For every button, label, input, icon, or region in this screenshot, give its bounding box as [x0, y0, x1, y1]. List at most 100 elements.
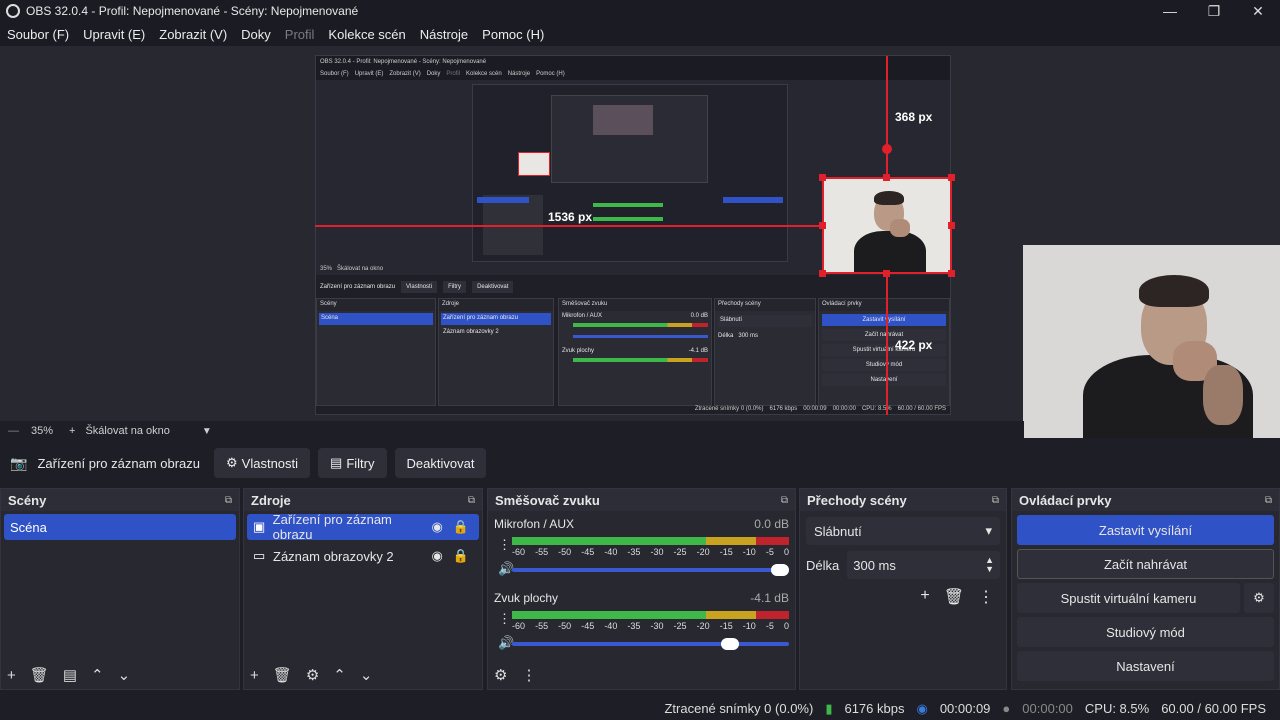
properties-button[interactable]: ⚙ Vlastnosti — [214, 448, 311, 478]
close-button[interactable]: ✕ — [1236, 0, 1280, 22]
nested-menu-item: Zobrazit (V) — [389, 71, 421, 77]
lock-icon[interactable]: 🔒 — [453, 519, 469, 535]
eye-icon[interactable]: ◉ — [431, 519, 442, 535]
channel-name: Zvuk plochy — [494, 591, 559, 605]
popout-icon[interactable]: ⧉ — [781, 495, 788, 506]
menu-file[interactable]: Soubor (F) — [7, 27, 69, 42]
virtual-camera-button[interactable]: Spustit virtuální kameru — [1017, 583, 1240, 613]
resize-handle[interactable] — [819, 174, 826, 181]
camera-icon: ▣ — [253, 519, 266, 534]
resize-handle[interactable] — [948, 222, 955, 229]
add-icon[interactable]: + — [250, 667, 259, 684]
source-item[interactable]: ▣ Zařízení pro záznam obrazu ◉ 🔒 — [247, 512, 479, 542]
transitions-dock: Přechody scény ⧉ Slábnutí ▾ Délka 300 ms ▲ ▼… — [799, 488, 1007, 690]
nested-mixer-dock: Směšovač zvuku Mikrofon / AUX 0.0 dB Zvuk… — [558, 298, 712, 406]
source-item[interactable]: ▭ Záznam obrazovky 2 ◉ 🔒 — [247, 543, 479, 569]
lock-icon[interactable]: 🔒 — [453, 548, 469, 564]
scene-item[interactable]: Scéna — [4, 514, 236, 540]
signal-icon: ▮ — [825, 700, 833, 716]
controls-header: Ovládací prvky — [1019, 492, 1112, 508]
volume-slider[interactable] — [512, 564, 789, 576]
volume-knob[interactable] — [771, 564, 789, 576]
chevron-down-icon[interactable]: ▼ — [202, 426, 212, 437]
start-record-button[interactable]: Začít nahrávat — [1017, 549, 1274, 579]
level-meter — [512, 537, 789, 545]
resize-handle[interactable] — [948, 270, 955, 277]
trash-icon[interactable]: 🗑 — [944, 587, 964, 607]
resize-handle[interactable] — [883, 270, 890, 277]
selected-source-box[interactable] — [822, 177, 952, 274]
menu-profile[interactable]: Profil — [285, 27, 315, 42]
popout-icon[interactable]: ⧉ — [225, 495, 232, 506]
nested-sources-dock: Zdroje Zařízení pro záznam obrazu Záznam… — [438, 298, 554, 406]
scale-to-window[interactable]: Škálovat na okno — [85, 425, 169, 437]
nested-scenes-dock: Scény Scéna — [316, 298, 436, 406]
nested-menu-item: Pomoc (H) — [536, 71, 565, 77]
channel-name: Mikrofon / AUX — [494, 517, 575, 531]
menu-view[interactable]: Zobrazit (V) — [159, 27, 227, 42]
gear-icon[interactable]: ⚙ — [306, 666, 319, 684]
fps: 60.00 / 60.00 FPS — [1161, 701, 1266, 716]
arrow-down-icon[interactable]: ⌄ — [118, 666, 131, 684]
zoom-value: 35% — [31, 425, 54, 437]
chevron-down-icon: ▾ — [985, 523, 992, 538]
channel-menu-icon[interactable]: ⋮ — [498, 611, 511, 627]
obs-logo-icon — [6, 4, 20, 18]
resize-handle[interactable] — [948, 174, 955, 181]
menu-tools[interactable]: Nástroje — [420, 27, 468, 42]
zoom-in-button[interactable]: + — [69, 425, 75, 437]
filter-icon[interactable]: ▤ — [63, 666, 77, 684]
controls-dock: Ovládací prvky ⧉ Zastavit vysílání Začít … — [1011, 488, 1280, 690]
duration-input[interactable]: 300 ms ▲ ▼ — [847, 551, 1000, 579]
resize-handle[interactable] — [883, 174, 890, 181]
volume-slider[interactable] — [512, 638, 789, 650]
transition-select[interactable]: Slábnutí ▾ — [806, 517, 1000, 545]
spinner-icon[interactable]: ▲ ▼ — [985, 556, 994, 574]
audio-mixer-dock: Směšovač zvuku ⧉ Mikrofon / AUX 0.0 dB ⋮ -… — [487, 488, 796, 690]
popout-icon[interactable]: ⧉ — [992, 495, 999, 506]
menu-help[interactable]: Pomoc (H) — [482, 27, 544, 42]
guide-bottom-line — [886, 274, 888, 415]
arrow-up-icon[interactable]: ⌃ — [333, 666, 346, 684]
minimize-button[interactable]: — — [1148, 0, 1192, 22]
title-bar: OBS 32.0.4 - Profil: Nepojmenované - Scé… — [0, 0, 1280, 22]
channel-db: 0.0 dB — [754, 517, 789, 531]
maximize-button[interactable]: ❐ — [1192, 0, 1236, 22]
menu-docks[interactable]: Doky — [241, 27, 271, 42]
duration-row: Délka 300 ms ▲ ▼ — [806, 551, 1000, 579]
studio-mode-button[interactable]: Studiový mód — [1017, 617, 1274, 647]
menu-dots-icon[interactable]: ⋮ — [521, 666, 536, 684]
level-meter — [512, 611, 789, 619]
gear-icon[interactable]: ⚙ — [1244, 583, 1274, 613]
rotation-handle[interactable] — [882, 144, 892, 154]
source-toolbar: 📷 Zařízení pro záznam obrazu ⚙ Vlastnosti… — [0, 441, 1280, 485]
nested-source-bar: Zařízení pro záznam obrazu Vlastnosti Fi… — [316, 278, 950, 296]
arrow-up-icon[interactable]: ⌃ — [91, 666, 104, 684]
arrow-down-icon[interactable]: ⌄ — [360, 666, 373, 684]
popout-icon[interactable]: ⧉ — [468, 495, 475, 506]
meter-scale: -60 -55 -50 -45 -40 -35 -30 -25 -20 -15 -10 -5 0 — [512, 547, 789, 557]
trash-icon[interactable]: 🗑 — [30, 666, 49, 684]
add-icon[interactable]: + — [920, 587, 929, 607]
menu-edit[interactable]: Upravit (E) — [83, 27, 145, 42]
sources-toolbar: + 🗑 ⚙ ⌃ ⌄ — [244, 661, 482, 689]
stop-stream-button[interactable]: Zastavit vysílání — [1017, 515, 1274, 545]
filter-icon: ▤ — [330, 455, 343, 470]
popout-icon[interactable]: ⧉ — [1265, 495, 1272, 506]
source-name: Zařízení pro záznam obrazu — [37, 455, 201, 471]
eye-icon[interactable]: ◉ — [431, 548, 442, 564]
camera-icon: 📷 — [10, 454, 28, 471]
deactivate-button[interactable]: Deaktivovat — [394, 448, 487, 478]
advanced-audio-icon[interactable]: ⚙ — [494, 666, 507, 684]
menu-dots-icon[interactable]: ⋮ — [978, 587, 994, 607]
menu-scene-collection[interactable]: Kolekce scén — [328, 27, 405, 42]
filters-button[interactable]: ▤ Filtry — [318, 448, 387, 478]
channel-menu-icon[interactable]: ⋮ — [498, 537, 511, 553]
trash-icon[interactable]: 🗑 — [273, 666, 292, 684]
volume-knob[interactable] — [721, 638, 740, 650]
zoom-out-button[interactable]: — — [8, 425, 19, 437]
settings-button[interactable]: Nastavení — [1017, 651, 1274, 681]
resize-handle[interactable] — [819, 222, 826, 229]
add-icon[interactable]: + — [7, 667, 16, 684]
resize-handle[interactable] — [819, 270, 826, 277]
